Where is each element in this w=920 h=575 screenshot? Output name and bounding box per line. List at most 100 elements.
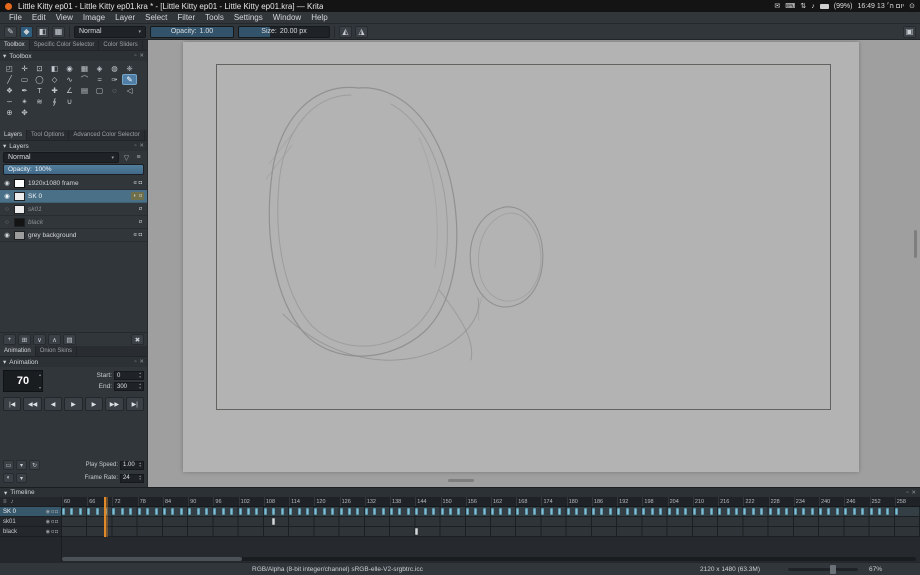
- keyframe-sk-0-122[interactable]: [322, 508, 326, 515]
- previous-keyframe-button[interactable]: ◀◀: [23, 397, 42, 411]
- collapse-icon[interactable]: ▾: [3, 52, 6, 60]
- keyframe-sk-0-64[interactable]: [78, 508, 82, 515]
- dropdown-icon[interactable]: ▾: [16, 460, 27, 470]
- keyframe-black-144[interactable]: [415, 528, 419, 535]
- end-frame-spinbox[interactable]: 300 ▴ ▾: [114, 382, 144, 391]
- select-similar-tool[interactable]: ≋: [32, 96, 47, 107]
- opacity-slider[interactable]: Opacity: 1.00: [150, 25, 234, 38]
- keyframe-sk-0-240[interactable]: [819, 508, 823, 515]
- timeline-eye-icon[interactable]: ◉: [46, 509, 50, 515]
- ruler-label-84[interactable]: 84: [162, 497, 188, 506]
- blending-mode-dropdown[interactable]: Normal ▾: [74, 25, 146, 38]
- layer-row-sk-0[interactable]: ◉ SK 0 ◐ α: [0, 190, 147, 203]
- canvas-horizontal-scrollbar[interactable]: [448, 479, 474, 482]
- collapse-icon[interactable]: ▾: [4, 489, 7, 497]
- keyframe-sk-0-256[interactable]: [886, 508, 890, 515]
- fill-tool[interactable]: ◈: [92, 63, 107, 74]
- keyframe-sk-0-114[interactable]: [289, 508, 293, 515]
- keyframe-sk-0-176[interactable]: [549, 508, 553, 515]
- keyframe-sk-0-218[interactable]: [726, 508, 730, 515]
- keyframe-sk-0-108[interactable]: [263, 508, 267, 515]
- pan-tool[interactable]: ✥: [17, 107, 32, 118]
- timeline-track-sk-0[interactable]: [62, 507, 920, 517]
- ruler-label-66[interactable]: 66: [87, 497, 112, 506]
- keyframe-sk-0-142[interactable]: [406, 508, 410, 515]
- timeline-ruler[interactable]: 60 66 72 78 84 90 96 102 108 114 120 126 132 138 144 15…: [62, 497, 920, 507]
- clock[interactable]: יום ה׳ 13 16:49: [857, 3, 904, 10]
- keyframe-sk-0-206[interactable]: [676, 508, 680, 515]
- timeline-eye-icon[interactable]: ◉: [46, 519, 50, 525]
- keyframe-sk-0-144[interactable]: [415, 508, 419, 515]
- keyframe-sk-0-212[interactable]: [701, 508, 705, 515]
- keyframe-sk-0-198[interactable]: [642, 508, 646, 515]
- freehand-brush-tool[interactable]: ✎: [122, 74, 137, 85]
- keyframe-sk-0-220[interactable]: [734, 508, 738, 515]
- keyframe-sk-0-92[interactable]: [196, 508, 200, 515]
- power-icon[interactable]: ⊙: [909, 3, 915, 10]
- menu-settings[interactable]: Settings: [229, 13, 268, 22]
- select-polygonal-tool[interactable]: ◁: [122, 85, 137, 96]
- keyframe-sk-0-202[interactable]: [659, 508, 663, 515]
- keyframe-sk-0-184[interactable]: [583, 508, 587, 515]
- line-tool[interactable]: ╱: [2, 74, 17, 85]
- keyframe-sk-0-224[interactable]: [751, 508, 755, 515]
- layer-lock-icon[interactable]: ◘: [139, 232, 142, 238]
- keyframe-sk-0-170[interactable]: [524, 508, 528, 515]
- layer-badge-icon[interactable]: α: [133, 232, 136, 238]
- zoom-slider-handle[interactable]: [830, 565, 836, 574]
- layer-opacity-slider[interactable]: Opacity: 100%: [3, 164, 144, 175]
- keyframe-sk-0-174[interactable]: [541, 508, 545, 515]
- keyframe-sk-0-146[interactable]: [423, 508, 427, 515]
- keyframe-sk-0-106[interactable]: [255, 508, 259, 515]
- layer-list-options-icon[interactable]: ≡: [133, 152, 144, 163]
- layer-row-1920x1080-frame[interactable]: ◉ 1920x1080 frame α ◘: [0, 177, 147, 190]
- ruler-label-258[interactable]: 258: [894, 497, 920, 506]
- keyframe-sk-0-104[interactable]: [247, 508, 251, 515]
- keyframe-sk-0-182[interactable]: [575, 508, 579, 515]
- keyframe-sk-0-186[interactable]: [591, 508, 595, 515]
- select-contiguous-tool[interactable]: ✴: [17, 96, 32, 107]
- tab-tool-options[interactable]: Tool Options: [27, 130, 70, 140]
- ruler-label-216[interactable]: 216: [718, 497, 743, 506]
- keyframe-sk-0-248[interactable]: [852, 508, 856, 515]
- keyframe-sk-0-86[interactable]: [171, 508, 175, 515]
- close-docker-icon[interactable]: ✕: [139, 143, 144, 149]
- assistants-tool[interactable]: ✚: [47, 85, 62, 96]
- mirror-vertical-icon[interactable]: ◮: [355, 25, 368, 38]
- color-sampler-tool[interactable]: ◉: [62, 63, 77, 74]
- timeline-scrollbar[interactable]: [62, 557, 916, 561]
- ruler-label-198[interactable]: 198: [642, 497, 667, 506]
- ruler-label-234[interactable]: 234: [793, 497, 819, 506]
- mirror-horizontal-icon[interactable]: ◭: [339, 25, 352, 38]
- timeline-layer-sk01[interactable]: sk01 ◉ α ◘: [0, 517, 61, 527]
- collapse-icon[interactable]: ▾: [3, 358, 6, 366]
- text-tool[interactable]: T: [32, 85, 47, 96]
- layer-visibility-icon[interactable]: ○: [3, 206, 11, 213]
- keyframe-sk-0-196[interactable]: [634, 508, 637, 515]
- keyframe-sk-0-110[interactable]: [272, 508, 276, 515]
- keyframe-sk-0-162[interactable]: [491, 508, 494, 515]
- keyframe-sk-0-98[interactable]: [221, 508, 225, 515]
- spin-down-icon[interactable]: ▾: [39, 385, 41, 390]
- add-layer-button[interactable]: +: [3, 334, 16, 345]
- keyframe-sk-0-96[interactable]: [213, 508, 217, 515]
- zoom-slider[interactable]: [788, 565, 858, 574]
- ruler-label-114[interactable]: 114: [289, 497, 314, 506]
- close-docker-icon[interactable]: ✕: [139, 53, 144, 59]
- layer-badge-icon[interactable]: α: [139, 219, 142, 225]
- keyframe-sk-0-204[interactable]: [667, 508, 671, 515]
- layer-visibility-icon[interactable]: ○: [3, 219, 11, 226]
- ruler-label-126[interactable]: 126: [339, 497, 365, 506]
- ruler-label-222[interactable]: 222: [743, 497, 768, 506]
- keyframe-sk-0-166[interactable]: [507, 508, 511, 515]
- app-icon[interactable]: [5, 2, 12, 10]
- ruler-label-228[interactable]: 228: [768, 497, 794, 506]
- keyframe-sk-0-250[interactable]: [861, 508, 865, 515]
- colorize-mask-tool[interactable]: ◍: [107, 63, 122, 74]
- polyline-tool[interactable]: ∿: [62, 74, 77, 85]
- timeline-lock-icon[interactable]: ◘: [55, 509, 58, 515]
- layer-visibility-icon[interactable]: ◉: [3, 179, 11, 187]
- keyframe-sk-0-156[interactable]: [465, 508, 469, 515]
- brush-editor-button[interactable]: ✎: [4, 25, 17, 38]
- transform-tool[interactable]: ◰: [2, 63, 17, 74]
